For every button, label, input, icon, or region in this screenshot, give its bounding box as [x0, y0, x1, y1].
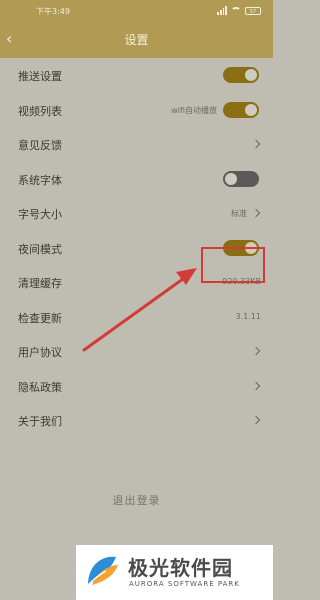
watermark-subtitle: AURORA SOFTWARE PARK	[129, 580, 240, 588]
pointer-arrow-icon	[82, 268, 197, 352]
watermark: 极光软件园 AURORA SOFTWARE PARK	[76, 545, 273, 600]
aurora-logo-icon	[87, 556, 118, 586]
watermark-title: 极光软件园	[128, 556, 233, 580]
logout-button[interactable]: 退出登录	[0, 492, 273, 508]
